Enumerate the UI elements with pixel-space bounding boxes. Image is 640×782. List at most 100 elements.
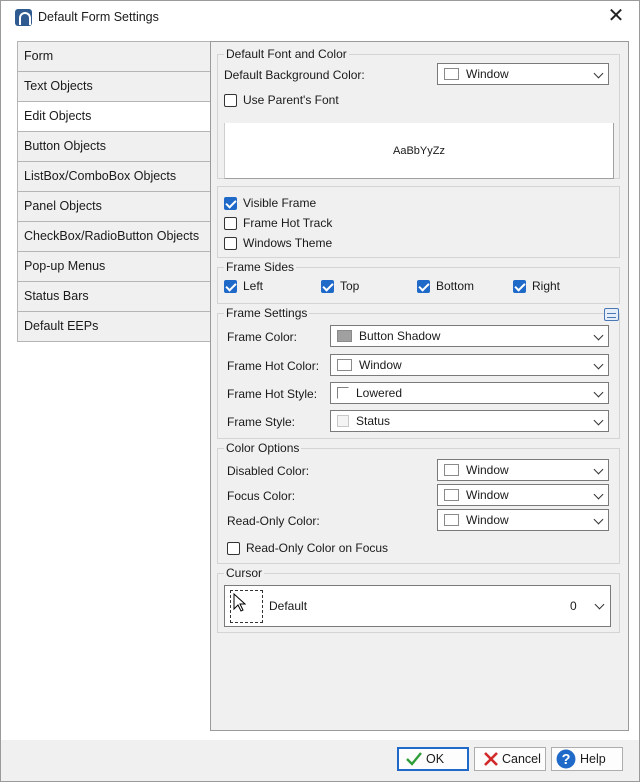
frame-hot-track-label: Frame Hot Track: [243, 216, 333, 230]
cursor-id: 0: [570, 599, 577, 613]
close-button[interactable]: ✕: [603, 5, 629, 29]
frame-style-select[interactable]: Status: [330, 410, 609, 432]
frame-color-select[interactable]: Button Shadow: [330, 325, 609, 347]
help-button[interactable]: ? Help: [551, 747, 623, 771]
cursor-preview: [230, 590, 263, 623]
left-side-checkbox[interactable]: [224, 280, 237, 293]
readonly-on-focus-checkbox[interactable]: [227, 542, 240, 555]
settings-nav: Form Text Objects Edit Objects Button Ob…: [17, 41, 212, 342]
cursor-select[interactable]: Default 0: [224, 585, 611, 627]
visible-frame-checkbox[interactable]: [224, 197, 237, 210]
help-icon: ?: [556, 749, 576, 769]
nav-item-default-eeps[interactable]: Default EEPs: [18, 312, 211, 342]
frame-settings-legend: Frame Settings: [224, 306, 310, 320]
frame-options-group: Visible Frame Frame Hot Track Windows Th…: [217, 186, 620, 258]
color-swatch: [444, 489, 459, 501]
app-icon: [15, 9, 32, 26]
nav-item-form[interactable]: Form: [18, 42, 211, 72]
color-options-group: Color Options Disabled Color: Window Foc…: [217, 441, 620, 564]
frame-color-value: Button Shadow: [359, 329, 441, 343]
settings-panel: Default Font and Color Default Backgroun…: [210, 41, 629, 731]
bg-color-label: Default Background Color:: [224, 68, 365, 82]
focus-color-select[interactable]: Window: [437, 484, 609, 506]
frame-hot-color-label: Frame Hot Color:: [227, 359, 320, 373]
disabled-color-select[interactable]: Window: [437, 459, 609, 481]
windows-theme-label: Windows Theme: [243, 236, 333, 250]
nav-item-text-objects[interactable]: Text Objects: [18, 72, 211, 102]
window-title: Default Form Settings: [38, 10, 159, 24]
checkmark-icon: [406, 752, 422, 766]
status-style-icon: [337, 415, 349, 427]
frame-color-label: Frame Color:: [227, 330, 298, 344]
frame-hot-track-checkbox[interactable]: [224, 217, 237, 230]
top-side-checkbox[interactable]: [321, 280, 334, 293]
nav-item-popup-menus[interactable]: Pop-up Menus: [18, 252, 211, 282]
right-side-checkbox[interactable]: [513, 280, 526, 293]
nav-item-edit-objects[interactable]: Edit Objects: [18, 102, 211, 132]
focus-color-value: Window: [466, 488, 509, 502]
cursor-group: Cursor Default 0: [217, 566, 620, 633]
cancel-button[interactable]: Cancel: [474, 747, 546, 771]
lowered-style-icon: [337, 387, 349, 399]
chevron-down-icon: [593, 415, 604, 426]
help-label: Help: [580, 752, 606, 766]
chevron-down-icon: [593, 464, 604, 475]
chevron-down-icon: [593, 387, 604, 398]
ok-button[interactable]: OK: [397, 747, 469, 771]
color-swatch: [444, 464, 459, 476]
frame-sides-group: Frame Sides Left Top Bottom Right: [217, 260, 620, 304]
frame-hot-color-select[interactable]: Window: [330, 354, 609, 376]
nav-item-panel-objects[interactable]: Panel Objects: [18, 192, 211, 222]
svg-text:?: ?: [562, 752, 571, 768]
disabled-color-value: Window: [466, 463, 509, 477]
readonly-color-label: Read-Only Color:: [227, 514, 320, 528]
nav-item-button-objects[interactable]: Button Objects: [18, 132, 211, 162]
readonly-color-select[interactable]: Window: [437, 509, 609, 531]
windows-theme-checkbox[interactable]: [224, 237, 237, 250]
nav-item-listbox-combobox-objects[interactable]: ListBox/ComboBox Objects: [18, 162, 211, 192]
color-swatch: [444, 514, 459, 526]
disabled-color-label: Disabled Color:: [227, 464, 310, 478]
chevron-down-icon: [593, 489, 604, 500]
arrow-cursor-icon: [233, 593, 247, 612]
dialog-body: Form Text Objects Edit Objects Button Ob…: [1, 34, 639, 740]
dialog-window: Default Form Settings ✕ Form Text Object…: [0, 0, 640, 782]
chevron-down-icon: [594, 599, 605, 610]
bottom-side-label: Bottom: [436, 279, 475, 293]
frame-style-label: Frame Style:: [227, 415, 296, 429]
visible-frame-label: Visible Frame: [243, 196, 317, 210]
cursor-legend: Cursor: [224, 566, 265, 580]
cursor-name: Default: [269, 599, 308, 613]
cancel-label: Cancel: [502, 752, 541, 766]
font-preview: AaBbYyZz: [224, 123, 614, 179]
ok-label: OK: [426, 752, 445, 766]
frame-style-value: Status: [356, 414, 391, 428]
cancel-x-icon: [484, 752, 498, 766]
title-bar: Default Form Settings ✕: [1, 1, 639, 34]
chevron-down-icon: [593, 359, 604, 370]
frame-hot-style-select[interactable]: Lowered: [330, 382, 609, 404]
font-color-legend: Default Font and Color: [224, 47, 349, 61]
color-options-legend: Color Options: [224, 441, 302, 455]
focus-color-label: Focus Color:: [227, 489, 296, 503]
nav-item-status-bars[interactable]: Status Bars: [18, 282, 211, 312]
readonly-on-focus-label: Read-Only Color on Focus: [246, 541, 389, 555]
top-side-label: Top: [340, 279, 360, 293]
frame-hot-style-label: Frame Hot Style:: [227, 387, 318, 401]
bg-color-select[interactable]: Window: [437, 63, 609, 85]
frame-sides-legend: Frame Sides: [224, 260, 297, 274]
dialog-footer: OK Cancel ? Help: [1, 740, 639, 781]
font-color-group: Default Font and Color Default Backgroun…: [217, 47, 620, 179]
readonly-color-value: Window: [466, 513, 509, 527]
nav-item-checkbox-radiobutton-objects[interactable]: CheckBox/RadioButton Objects: [18, 222, 211, 252]
frame-hot-style-value: Lowered: [356, 386, 403, 400]
left-side-label: Left: [243, 279, 264, 293]
bottom-side-checkbox[interactable]: [417, 280, 430, 293]
color-swatch: [337, 359, 352, 371]
font-preview-text: AaBbYyZz: [393, 145, 445, 157]
collapse-icon[interactable]: [604, 308, 619, 321]
use-parent-font-checkbox[interactable]: [224, 94, 237, 107]
chevron-down-icon: [593, 68, 604, 79]
frame-hot-color-value: Window: [359, 358, 402, 372]
color-swatch: [444, 68, 459, 80]
